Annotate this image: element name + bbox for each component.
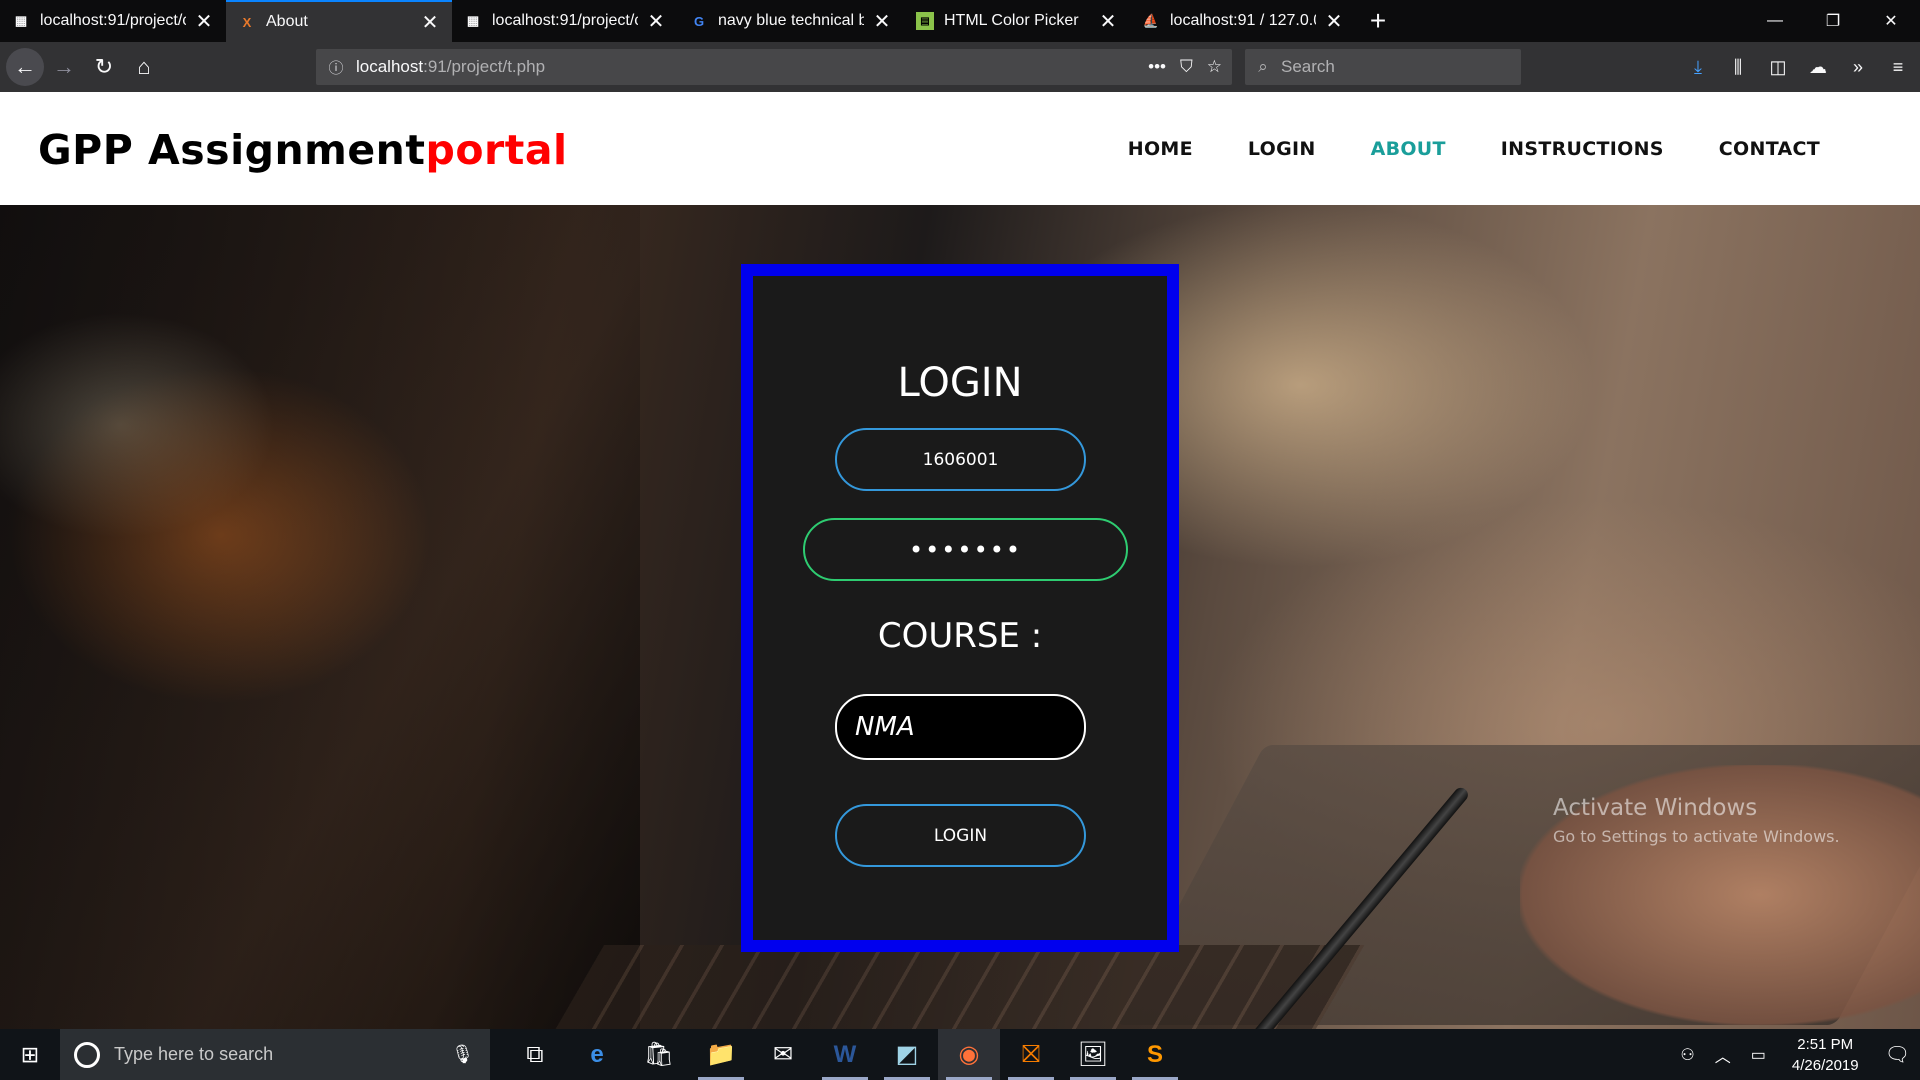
nav-about[interactable]: ABOUT — [1371, 138, 1446, 160]
pocket-icon[interactable]: ⛉ — [1180, 57, 1193, 77]
taskbar-search-placeholder: Type here to search — [114, 1044, 274, 1064]
tab-title: localhost:91/project/checkLog — [492, 12, 638, 29]
keyboard-photo — [555, 945, 1365, 1029]
xampp-icon: X — [242, 14, 252, 30]
search-bar[interactable]: ⌕ Search — [1245, 49, 1521, 85]
page-icon: ▦ — [466, 13, 480, 28]
laptop-photo — [0, 205, 640, 1029]
tab-phpmyadmin[interactable]: ⛵ localhost:91 / 127.0.0.1 / practi ✕ — [1130, 0, 1356, 42]
course-label: COURSE : — [877, 616, 1043, 656]
cortana-icon — [74, 1041, 100, 1068]
page-icon: ▦ — [14, 13, 28, 28]
nav-contact[interactable]: CONTACT — [1719, 138, 1820, 160]
page-actions-icon[interactable]: ••• — [1148, 57, 1166, 77]
restore-button[interactable]: ❐ — [1804, 0, 1862, 42]
login-button[interactable]: LOGIN — [835, 804, 1086, 867]
tab-strip: ▦ localhost:91/project/checkLog ✕ X Abou… — [0, 0, 1920, 42]
sublime-text-icon[interactable]: S — [1124, 1029, 1186, 1080]
close-icon[interactable]: ✕ — [872, 9, 892, 34]
colorpicker-icon: ▤ — [916, 12, 934, 30]
microphone-icon[interactable]: 🎙 — [451, 1044, 474, 1065]
sidebar-icon[interactable]: ◫ — [1764, 57, 1792, 78]
nav-instructions[interactable]: INSTRUCTIONS — [1501, 138, 1664, 160]
tab-checklogin-1[interactable]: ▦ localhost:91/project/checkLog ✕ — [0, 0, 226, 42]
close-icon[interactable]: ✕ — [194, 9, 214, 34]
clock[interactable]: 2:51 PM 4/26/2019 — [1792, 1034, 1859, 1076]
tab-color-picker[interactable]: ▤ HTML Color Picker ✕ — [904, 0, 1130, 42]
menu-icon[interactable]: ≡ — [1884, 57, 1912, 78]
taskbar-search[interactable]: Type here to search 🎙 — [60, 1029, 490, 1080]
forward-button[interactable]: → — [44, 47, 84, 87]
nav-home[interactable]: HOME — [1128, 138, 1193, 160]
url-text: localhost:91/project/t.php — [356, 57, 546, 76]
bookmark-star-icon[interactable]: ☆ — [1207, 57, 1222, 77]
store-icon[interactable]: 🛍 — [628, 1029, 690, 1080]
activate-windows-watermark: Activate Windows Go to Settings to activ… — [1553, 795, 1840, 846]
photos-icon[interactable]: 🖼 — [1062, 1029, 1124, 1080]
tab-checklogin-2[interactable]: ▦ localhost:91/project/checkLog ✕ — [452, 0, 678, 42]
close-icon[interactable]: ✕ — [1324, 9, 1344, 34]
battery-icon[interactable]: ▭ — [1751, 1045, 1766, 1065]
close-icon[interactable]: ✕ — [646, 9, 666, 34]
people-icon[interactable]: ⚇ — [1680, 1045, 1694, 1065]
close-window-button[interactable]: ✕ — [1862, 0, 1920, 42]
tab-title: localhost:91 / 127.0.0.1 / practi — [1170, 12, 1316, 29]
page-viewport: GPP Assignmentportal HOME LOGIN ABOUT IN… — [0, 92, 1920, 1029]
tab-title: localhost:91/project/checkLog — [40, 12, 186, 29]
tab-google-search[interactable]: G navy blue technical backgroun ✕ — [678, 0, 904, 42]
task-view-icon[interactable]: ⧉ — [504, 1029, 566, 1080]
site-nav: HOME LOGIN ABOUT INSTRUCTIONS CONTACT — [1128, 92, 1820, 205]
site-header: GPP Assignmentportal HOME LOGIN ABOUT IN… — [0, 92, 1920, 205]
minimize-button[interactable]: — — [1746, 0, 1804, 42]
chevron-up-icon[interactable]: ︿ — [1715, 1043, 1731, 1067]
close-icon[interactable]: ✕ — [1098, 9, 1118, 34]
download-icon[interactable]: ⤓ — [1684, 57, 1712, 78]
site-logo[interactable]: GPP Assignmentportal — [38, 126, 568, 174]
overflow-chevron-icon[interactable]: » — [1844, 57, 1872, 78]
login-title: LOGIN — [897, 360, 1023, 406]
system-tray: ⚇ ︿ ▭ 2:51 PM 4/26/2019 🗨 — [1670, 1029, 1920, 1080]
notification-icon[interactable]: 🗨 — [1885, 1042, 1910, 1067]
search-icon: ⌕ — [1258, 57, 1268, 76]
url-bar[interactable]: ⓘ localhost:91/project/t.php ••• ⛉ ☆ — [316, 49, 1232, 85]
password-input[interactable]: ••••••• — [803, 518, 1128, 581]
back-button[interactable]: ← — [6, 48, 44, 86]
info-icon[interactable]: ⓘ — [316, 57, 356, 78]
google-icon: G — [693, 13, 705, 29]
tab-about[interactable]: X About ✕ — [226, 0, 452, 42]
xampp-control-icon[interactable]: ⛝ — [1000, 1029, 1062, 1080]
course-select[interactable]: NMA — [835, 694, 1086, 760]
file-explorer-icon[interactable]: 📁 — [690, 1029, 752, 1080]
tab-title: About — [266, 13, 308, 30]
reload-button[interactable]: ↻ — [84, 47, 124, 87]
taskbar: ⊞ Type here to search 🎙 ⧉ e 🛍 📁 ✉ W ◩ ◉ … — [0, 1029, 1920, 1080]
word-icon[interactable]: W — [814, 1029, 876, 1080]
phpmyadmin-icon: ⛵ — [1142, 13, 1160, 28]
firefox-icon[interactable]: ◉ — [938, 1029, 1000, 1080]
close-icon[interactable]: ✕ — [420, 10, 440, 35]
nav-login[interactable]: LOGIN — [1248, 138, 1316, 160]
window-controls: — ❐ ✕ — [1746, 0, 1920, 42]
user-id-input[interactable]: 1606001 — [835, 428, 1086, 491]
home-button[interactable]: ⌂ — [124, 47, 164, 87]
nav-toolbar: ← → ↻ ⌂ ⓘ localhost:91/project/t.php •••… — [0, 42, 1920, 92]
notepad-icon[interactable]: ◩ — [876, 1029, 938, 1080]
sync-icon[interactable]: ☁ — [1804, 57, 1832, 78]
login-card: LOGIN 1606001 ••••••• COURSE : NMA LOGIN — [741, 264, 1179, 952]
edge-icon[interactable]: e — [566, 1029, 628, 1080]
library-icon[interactable]: ⫼ — [1724, 57, 1752, 78]
tab-title: HTML Color Picker — [944, 12, 1079, 29]
windows-start-icon[interactable]: ⊞ — [0, 1029, 60, 1080]
new-tab-button[interactable]: + — [1356, 0, 1400, 42]
search-placeholder: Search — [1281, 57, 1335, 76]
tab-title: navy blue technical backgroun — [718, 12, 864, 29]
mail-icon[interactable]: ✉ — [752, 1029, 814, 1080]
